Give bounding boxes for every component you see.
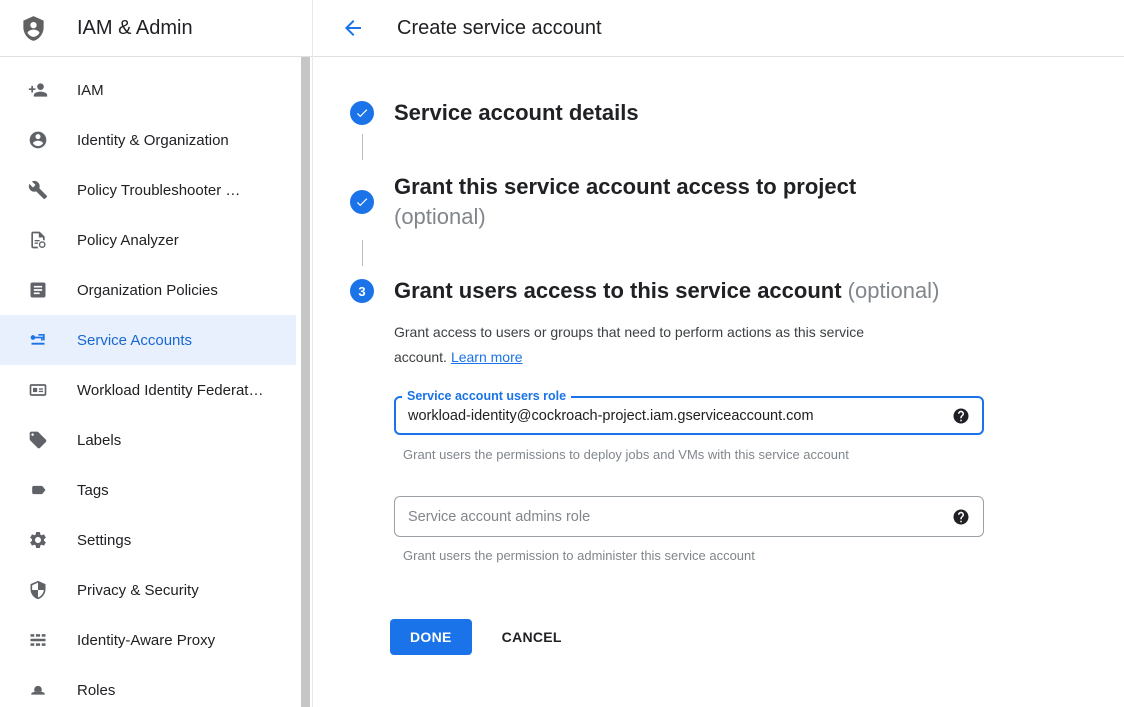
- step-connector: [362, 240, 363, 266]
- sidebar-item-iam[interactable]: IAM: [0, 65, 296, 115]
- sidebar-scrollbar[interactable]: [301, 57, 310, 707]
- help-icon[interactable]: [952, 407, 970, 425]
- sidebar-item-label: Settings: [77, 532, 131, 549]
- page-title: Create service account: [397, 17, 602, 40]
- sidebar-item-privacy-security[interactable]: Privacy & Security: [0, 565, 296, 615]
- sidebar-item-label: Roles: [77, 682, 115, 699]
- tag-icon: [28, 430, 48, 450]
- step-2-title-text: Grant this service account access to pro…: [394, 174, 856, 199]
- users-role-field-container: Service account users role: [394, 396, 984, 435]
- step-1-header[interactable]: Service account details: [350, 98, 1124, 128]
- person-add-icon: [28, 80, 48, 100]
- check-circle-icon: [350, 190, 374, 214]
- step-2-title: Grant this service account access to pro…: [394, 172, 856, 232]
- step-2-optional: (optional): [394, 204, 486, 229]
- article-icon: [28, 280, 48, 300]
- step-3-number: 3: [358, 284, 365, 299]
- shield-icon: [28, 580, 48, 600]
- sidebar-item-organization-policies[interactable]: Organization Policies: [0, 265, 296, 315]
- gear-icon: [28, 530, 48, 550]
- wizard-actions: DONE CANCEL: [390, 619, 1124, 655]
- create-service-account-wizard: Service account details Grant this servi…: [313, 57, 1124, 707]
- step-connector: [362, 134, 363, 160]
- product-title: IAM & Admin: [77, 17, 193, 40]
- step-3-title-text: Grant users access to this service accou…: [394, 278, 842, 303]
- service-account-key-icon: [28, 330, 48, 350]
- sidebar-item-policy-troubleshooter[interactable]: Policy Troubleshooter …: [0, 165, 296, 215]
- sidebar-item-label: Privacy & Security: [77, 582, 199, 599]
- sidebar-item-roles[interactable]: Roles: [0, 665, 296, 707]
- sidebar-item-identity-organization[interactable]: Identity & Organization: [0, 115, 296, 165]
- step-3-optional: (optional): [848, 278, 940, 303]
- sidebar-item-label: Policy Troubleshooter …: [77, 182, 240, 199]
- check-circle-icon: [350, 101, 374, 125]
- sidebar-item-service-accounts[interactable]: Service Accounts: [0, 315, 296, 365]
- step-3-description: Grant access to users or groups that nee…: [394, 320, 949, 370]
- policy-analyzer-icon: [28, 230, 48, 250]
- sidebar-item-settings[interactable]: Settings: [0, 515, 296, 565]
- sidebar-item-policy-analyzer[interactable]: Policy Analyzer: [0, 215, 296, 265]
- sidebar-item-label: IAM: [77, 82, 104, 99]
- sidebar-item-workload-identity-federation[interactable]: Workload Identity Federat…: [0, 365, 296, 415]
- sidebar-item-label: Policy Analyzer: [77, 232, 179, 249]
- step-3-title: Grant users access to this service accou…: [394, 276, 939, 306]
- users-role-input[interactable]: [408, 408, 942, 424]
- step-1-title: Service account details: [394, 98, 639, 128]
- sidebar-item-tags[interactable]: Tags: [0, 465, 296, 515]
- sidebar-item-label: Tags: [77, 482, 109, 499]
- admins-role-helper-text: Grant users the permission to administer…: [403, 548, 1124, 563]
- sidebar-item-label: Labels: [77, 432, 121, 449]
- sidebar-nav: IAM Identity & Organization Policy Troub…: [0, 57, 313, 707]
- admins-role-field-container: [394, 496, 984, 537]
- sidebar-item-label: Identity-Aware Proxy: [77, 632, 215, 649]
- users-role-helper-text: Grant users the permissions to deploy jo…: [403, 447, 1124, 462]
- step-3-header: 3 Grant users access to this service acc…: [350, 276, 1124, 306]
- gcp-console: IAM & Admin Create service account IAM I…: [0, 0, 1124, 707]
- badge-card-icon: [28, 380, 48, 400]
- label-arrow-icon: [28, 480, 48, 500]
- sidebar-item-label: Service Accounts: [77, 332, 192, 349]
- cancel-button[interactable]: CANCEL: [502, 629, 562, 645]
- sidebar-item-label: Identity & Organization: [77, 132, 229, 149]
- learn-more-link[interactable]: Learn more: [451, 349, 523, 365]
- sidebar-header: IAM & Admin: [0, 0, 313, 57]
- wrench-icon: [28, 180, 48, 200]
- done-button[interactable]: DONE: [390, 619, 472, 655]
- roles-hat-icon: [28, 680, 48, 700]
- help-icon[interactable]: [952, 508, 970, 526]
- iam-admin-logo-icon: [20, 15, 47, 42]
- users-role-field-label: Service account users role: [402, 389, 571, 403]
- sidebar-item-identity-aware-proxy[interactable]: Identity-Aware Proxy: [0, 615, 296, 665]
- step-2-header[interactable]: Grant this service account access to pro…: [350, 172, 970, 232]
- sidebar-item-labels[interactable]: Labels: [0, 415, 296, 465]
- back-arrow-icon[interactable]: [341, 16, 365, 40]
- account-circle-icon: [28, 130, 48, 150]
- proxy-grid-icon: [28, 630, 48, 650]
- step-3-number-badge: 3: [350, 279, 374, 303]
- sidebar-item-label: Organization Policies: [77, 282, 218, 299]
- page-header: Create service account: [313, 0, 1124, 57]
- admins-role-input[interactable]: [408, 509, 942, 525]
- sidebar-item-label: Workload Identity Federat…: [77, 382, 263, 399]
